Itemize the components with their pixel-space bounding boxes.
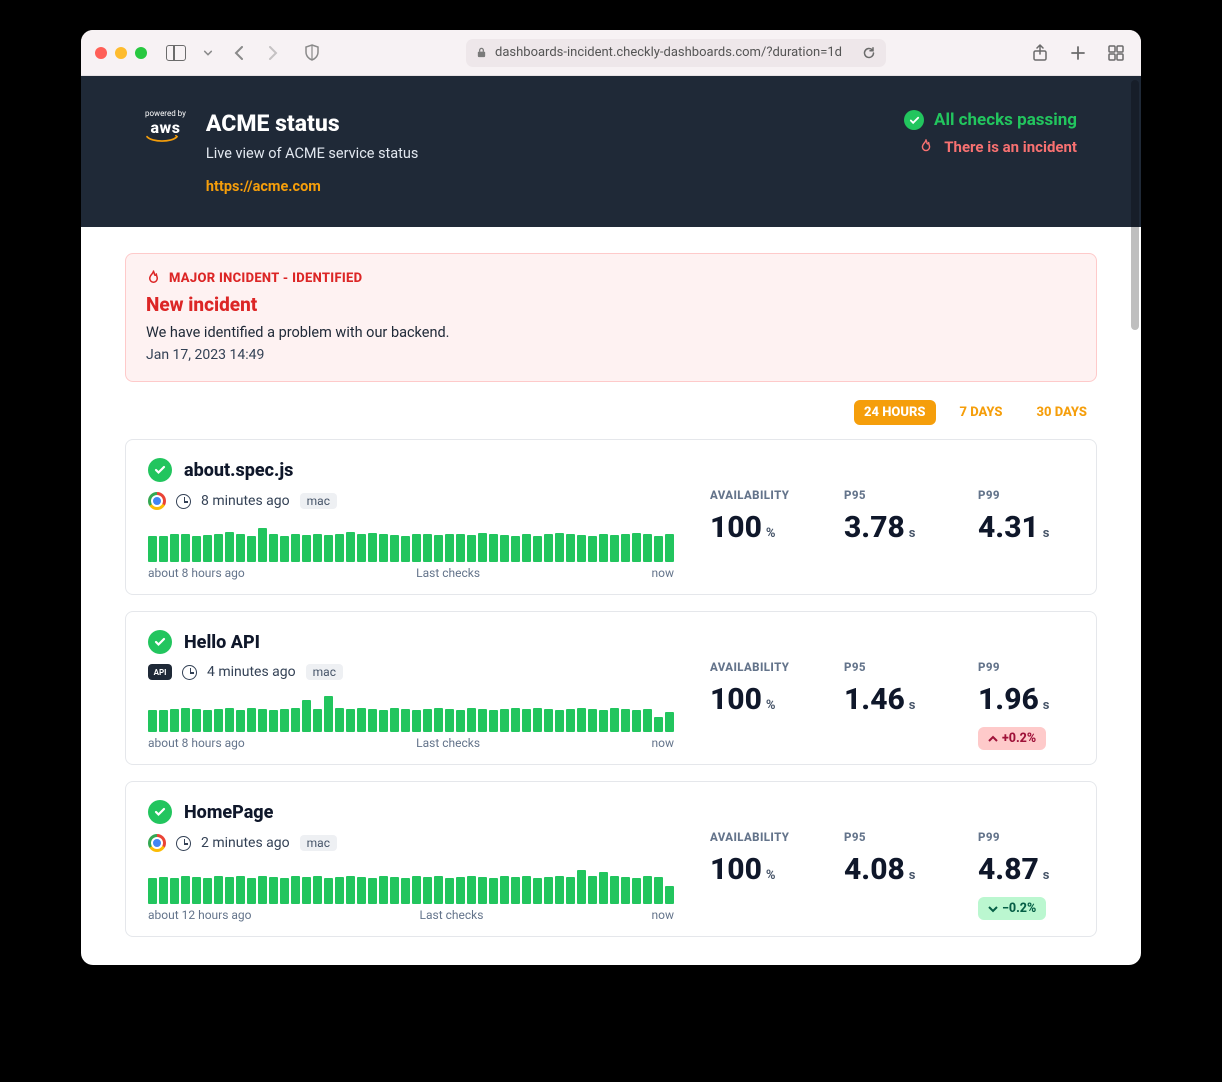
timeline-from-label: about 8 hours ago — [148, 566, 245, 580]
tabs-overview-button[interactable] — [1105, 42, 1127, 64]
duration-7d[interactable]: 7 DAYS — [950, 400, 1013, 425]
duration-30d[interactable]: 30 DAYS — [1027, 400, 1098, 425]
check-circle-icon — [904, 110, 924, 130]
aws-smile-icon — [145, 135, 179, 145]
clock-icon — [182, 665, 197, 680]
share-button[interactable] — [1029, 42, 1051, 64]
check-circle-icon — [148, 800, 172, 824]
flame-icon — [918, 139, 934, 155]
new-tab-button[interactable] — [1067, 42, 1089, 64]
chrome-icon — [148, 492, 166, 510]
chevron-down-icon — [988, 904, 998, 914]
metric-label: P99 — [978, 830, 1074, 844]
url-text: dashboards-incident.checkly-dashboards.c… — [495, 45, 842, 60]
close-window-button[interactable] — [95, 47, 107, 59]
forward-button[interactable] — [261, 42, 283, 64]
chevron-down-icon[interactable] — [197, 42, 219, 64]
platform-tag: mac — [306, 664, 343, 680]
incident-title: New incident — [146, 293, 1076, 316]
chevron-up-icon — [988, 734, 998, 744]
chrome-icon — [148, 834, 166, 852]
page-title: ACME status — [206, 110, 418, 137]
address-bar[interactable]: dashboards-incident.checkly-dashboards.c… — [466, 39, 886, 67]
minimize-window-button[interactable] — [115, 47, 127, 59]
check-card[interactable]: Hello API API 4 minutes ago mac about 8 hour… — [125, 611, 1097, 765]
clock-icon — [176, 494, 191, 509]
timeline-mid-label: Last checks — [420, 908, 484, 922]
duration-tabs: 24 HOURS 7 DAYS 30 DAYS — [125, 400, 1097, 425]
metric-value: 4.08s — [844, 852, 940, 887]
last-run-ago: 4 minutes ago — [207, 664, 296, 680]
metric-label: P99 — [978, 660, 1074, 674]
site-link[interactable]: https://acme.com — [206, 178, 321, 195]
last-run-ago: 8 minutes ago — [201, 493, 290, 509]
api-badge: API — [148, 664, 172, 680]
incident-tag: MAJOR INCIDENT - IDENTIFIED — [169, 271, 362, 286]
lock-icon — [476, 47, 487, 58]
platform-tag: mac — [300, 493, 337, 509]
metric-value: 100% — [710, 682, 806, 717]
platform-tag: mac — [300, 835, 337, 851]
metric-value: 3.78s — [844, 510, 940, 545]
metric-label: P95 — [844, 830, 940, 844]
incident-banner: MAJOR INCIDENT - IDENTIFIED New incident… — [125, 253, 1097, 382]
zoom-window-button[interactable] — [135, 47, 147, 59]
timeline-bars — [148, 864, 674, 904]
metric-label: AVAILABILITY — [710, 830, 806, 844]
app-header: powered by aws ACME status Live view of … — [81, 76, 1141, 227]
browser-chrome: dashboards-incident.checkly-dashboards.c… — [81, 30, 1141, 76]
metric-value: 100% — [710, 852, 806, 887]
window-controls — [95, 47, 147, 59]
sidebar-toggle-button[interactable] — [165, 42, 187, 64]
metric-label: P95 — [844, 660, 940, 674]
check-name: about.spec.js — [184, 460, 293, 481]
check-card[interactable]: about.spec.js 8 minutes ago mac about 8 hou… — [125, 439, 1097, 595]
check-circle-icon — [148, 458, 172, 482]
metric-label: AVAILABILITY — [710, 660, 806, 674]
incident-indicator-row: There is an incident — [904, 138, 1077, 156]
all-checks-passing-row: All checks passing — [904, 110, 1077, 130]
check-card[interactable]: HomePage 2 minutes ago mac about 12 hours a… — [125, 781, 1097, 937]
metric-label: P95 — [844, 488, 940, 502]
check-circle-icon — [148, 630, 172, 654]
metric-value: 1.46s — [844, 682, 940, 717]
metric-label: AVAILABILITY — [710, 488, 806, 502]
delta-badge: −0.2% — [978, 897, 1046, 920]
duration-24h[interactable]: 24 HOURS — [854, 400, 935, 425]
metric-value: 4.31s — [978, 510, 1074, 545]
back-button[interactable] — [229, 42, 251, 64]
timeline-mid-label: Last checks — [416, 566, 480, 580]
flame-icon — [146, 270, 161, 287]
page-subtitle: Live view of ACME service status — [206, 145, 418, 162]
timeline-bars — [148, 522, 674, 562]
incident-timestamp: Jan 17, 2023 14:49 — [146, 347, 1076, 363]
shield-icon[interactable] — [301, 42, 323, 64]
check-name: Hello API — [184, 632, 260, 653]
timeline-from-label: about 8 hours ago — [148, 736, 245, 750]
timeline-from-label: about 12 hours ago — [148, 908, 252, 922]
last-run-ago: 2 minutes ago — [201, 835, 290, 851]
timeline-now-label: now — [651, 736, 674, 750]
reload-button[interactable] — [862, 46, 876, 60]
metric-value: 4.87s — [978, 852, 1074, 887]
timeline-now-label: now — [651, 566, 674, 580]
timeline-now-label: now — [651, 908, 674, 922]
timeline-mid-label: Last checks — [416, 736, 480, 750]
scrollbar[interactable] — [1131, 80, 1139, 330]
delta-badge: +0.2% — [978, 727, 1046, 750]
metric-label: P99 — [978, 488, 1074, 502]
metric-value: 100% — [710, 510, 806, 545]
powered-by-aws-badge: powered by aws — [145, 110, 186, 145]
check-name: HomePage — [184, 802, 273, 823]
timeline-bars — [148, 692, 674, 732]
clock-icon — [176, 836, 191, 851]
incident-body: We have identified a problem with our ba… — [146, 324, 1076, 341]
metric-value: 1.96s — [978, 682, 1074, 717]
browser-window: dashboards-incident.checkly-dashboards.c… — [81, 30, 1141, 965]
